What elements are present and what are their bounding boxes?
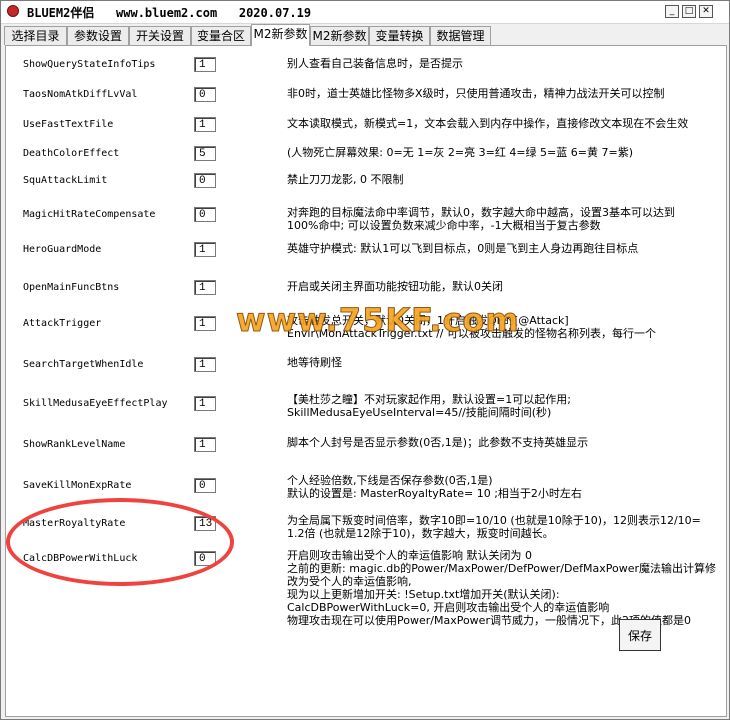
param-label: MagicHitRateCompensate xyxy=(23,209,156,220)
param-description: 【美杜莎之瞳】不对玩家起作用，默认设置=1可以起作用; SkillMedusaEy… xyxy=(287,393,571,419)
param-value-field[interactable]: 0 xyxy=(194,478,216,493)
tab-m2-new-params[interactable]: M2新参数 xyxy=(251,24,310,46)
window-title: BLUEM2伴侣 www.bluem2.com 2020.07.19 xyxy=(27,6,312,20)
param-value-field[interactable]: 5 xyxy=(194,146,216,161)
param-value-field[interactable]: 1 xyxy=(194,396,216,411)
tab-variable-convert[interactable]: 变量转换 xyxy=(369,26,430,45)
param-value-field[interactable]: 1 xyxy=(194,280,216,295)
tab-m2-new-params-2[interactable]: M2新参数 xyxy=(310,26,369,45)
param-description: 英雄守护模式: 默认1可以飞到目标点，0则是飞到主人身边再跑往目标点 xyxy=(287,242,639,255)
app-icon xyxy=(7,5,19,17)
param-label: UseFastTextFile xyxy=(23,119,114,130)
param-description: 对奔跑的目标魔法命中率调节，默认0，数字越大命中越高，设置3基本可以达到 100%… xyxy=(287,206,675,232)
param-description: 禁止刀刀龙影, 0 不限制 xyxy=(287,173,404,186)
param-description: 开启或关闭主界面功能按钮功能，默认0关闭 xyxy=(287,280,503,293)
param-value-field[interactable]: 0 xyxy=(194,87,216,102)
settings-panel: ShowQueryStateInfoTips 1 别人查看自己装备信息时，是否提… xyxy=(5,45,727,717)
param-value-field[interactable]: 13 xyxy=(194,516,216,531)
param-value-field[interactable]: 1 xyxy=(194,437,216,452)
close-button[interactable]: ✕ xyxy=(699,5,713,18)
param-label: OpenMainFuncBtns xyxy=(23,282,120,293)
param-value-field[interactable]: 1 xyxy=(194,357,216,372)
param-description: 脚本个人封号是否显示参数(0否,1是)；此参数不支持英雄显示 xyxy=(287,436,589,449)
param-description: 个人经验倍数,下线是否保存参数(0否,1是) 默认的设置是: MasterRoya… xyxy=(287,474,582,500)
param-description: 地等待刷怪 xyxy=(287,356,342,369)
param-label: HeroGuardMode xyxy=(23,244,102,255)
param-label: MasterRoyaltyRate xyxy=(23,518,126,529)
save-button[interactable]: 保存 xyxy=(619,619,661,651)
watermark-logo: www.75KF.com xyxy=(236,301,520,340)
param-label: SkillMedusaEyeEffectPlay xyxy=(23,398,168,409)
tab-select-directory[interactable]: 选择目录 xyxy=(4,26,67,45)
tab-variable-merge[interactable]: 变量合区 xyxy=(191,26,251,45)
param-value-field[interactable]: 1 xyxy=(194,242,216,257)
param-label: ShowQueryStateInfoTips xyxy=(23,59,156,70)
param-label: TaosNomAtkDiffLvVal xyxy=(23,89,138,100)
tab-parameter-settings[interactable]: 参数设置 xyxy=(67,26,129,45)
param-description: 文本读取模式，新模式=1，文本会载入到内存中操作，直接修改文本现在不会生效 xyxy=(287,117,689,130)
param-description: 非0时，道士英雄比怪物多X级时，只使用普通攻击，精神力战法开关可以控制 xyxy=(287,87,665,100)
param-label: SquAttackLimit xyxy=(23,175,108,186)
app-window: BLUEM2伴侣 www.bluem2.com 2020.07.19 _ □ ✕… xyxy=(0,0,730,720)
param-value-field[interactable]: 0 xyxy=(194,207,216,222)
param-label: CalcDBPowerWithLuck xyxy=(23,553,138,564)
param-value-field[interactable]: 1 xyxy=(194,57,216,72)
param-description: 别人查看自己装备信息时，是否提示 xyxy=(287,57,463,70)
title-bar[interactable]: BLUEM2伴侣 www.bluem2.com 2020.07.19 _ □ ✕ xyxy=(1,1,729,24)
param-description: 为全局属下叛变时间倍率，数字10即=10/10 (也就是10除于10)，12则表… xyxy=(287,514,701,540)
param-description: (人物死亡屏幕效果: 0=无 1=灰 2=亮 3=红 4=绿 5=蓝 6=黄 7… xyxy=(287,146,633,159)
param-label: AttackTrigger xyxy=(23,318,102,329)
maximize-button[interactable]: □ xyxy=(682,5,696,18)
param-label: SearchTargetWhenIdle xyxy=(23,359,144,370)
tab-switch-settings[interactable]: 开关设置 xyxy=(129,26,191,45)
param-label: SaveKillMonExpRate xyxy=(23,480,132,491)
param-label: DeathColorEffect xyxy=(23,148,120,159)
param-description: 开启则攻击输出受个人的幸运值影响 默认关闭为 0 之前的更新: magic.db… xyxy=(287,549,717,627)
param-value-field[interactable]: 1 xyxy=(194,117,216,132)
param-value-field[interactable]: 0 xyxy=(194,173,216,188)
param-label: ShowRankLevelName xyxy=(23,439,126,450)
param-value-field[interactable]: 0 xyxy=(194,551,216,566)
param-value-field[interactable]: 1 xyxy=(194,316,216,331)
tab-data-management[interactable]: 数据管理 xyxy=(430,26,491,45)
minimize-button[interactable]: _ xyxy=(665,5,679,18)
